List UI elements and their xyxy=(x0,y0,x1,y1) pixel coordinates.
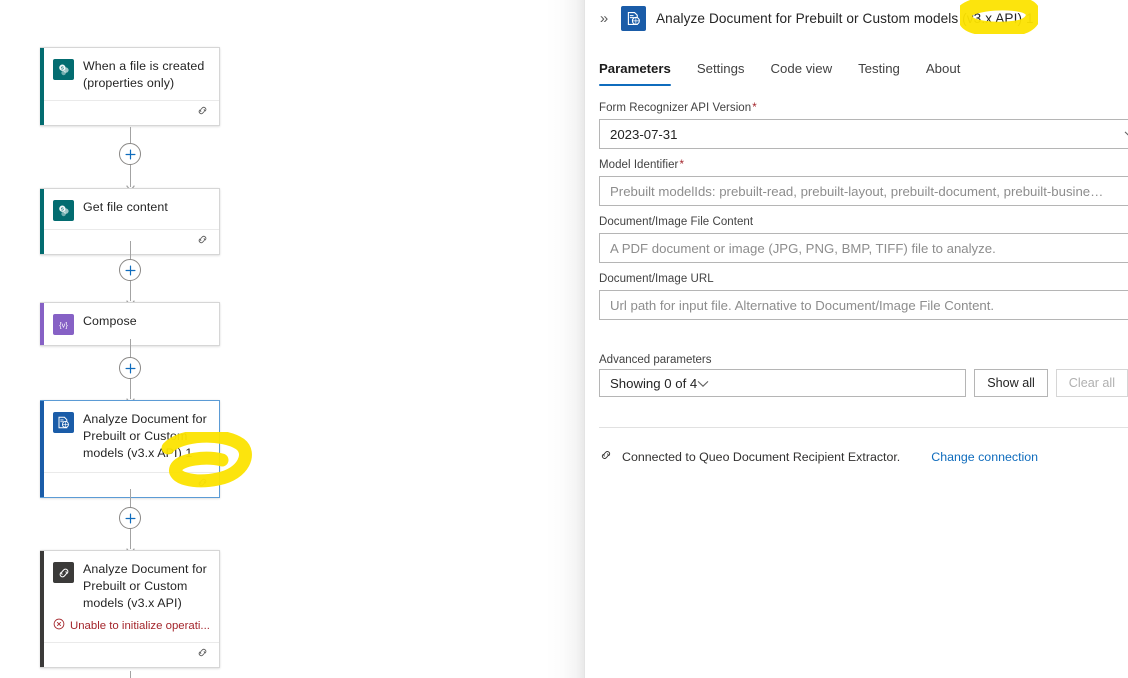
flow-connector xyxy=(40,241,220,301)
field-placeholder: A PDF document or image (JPG, PNG, BMP, … xyxy=(610,241,996,256)
action-details-panel: » Analyze Document for Prebuilt or Custo… xyxy=(584,0,1128,678)
tab-about[interactable]: About xyxy=(913,61,973,86)
flow-connector xyxy=(40,339,220,399)
field-document-image-url: Document/Image URL Url path for input fi… xyxy=(599,271,1128,320)
flow-node-title: When a file is created (properties only) xyxy=(83,58,209,92)
add-step-button[interactable] xyxy=(119,143,141,165)
document-intelligence-icon xyxy=(621,6,646,31)
parameters-form: Form Recognizer API Version* 2023-07-31 … xyxy=(585,86,1128,465)
add-step-button[interactable] xyxy=(119,357,141,379)
link-icon[interactable] xyxy=(196,104,209,122)
connection-status-row: Connected to Queo Document Recipient Ext… xyxy=(599,448,1128,465)
tab-settings[interactable]: Settings xyxy=(684,61,758,86)
flow-connector xyxy=(40,489,220,549)
tab-code-view[interactable]: Code view xyxy=(758,61,846,86)
advanced-parameters-dropdown[interactable]: Showing 0 of 4 xyxy=(599,369,966,397)
node-accent-bar xyxy=(40,401,44,497)
form-recognizer-api-version-dropdown[interactable]: 2023-07-31 xyxy=(599,119,1128,149)
flow-node-analyze-document-1[interactable]: Analyze Document for Prebuilt or Custom … xyxy=(40,400,220,498)
field-label: Document/Image File Content xyxy=(599,214,1128,230)
panel-header: » Analyze Document for Prebuilt or Custo… xyxy=(585,0,1128,36)
advanced-parameters-row: Showing 0 of 4 Show all Clear all xyxy=(599,369,1128,397)
app-root: S When a file is created (properties onl… xyxy=(0,0,1128,678)
field-label: Document/Image URL xyxy=(599,271,1128,287)
svg-text:{v}: {v} xyxy=(59,321,68,330)
document-intelligence-icon xyxy=(53,412,74,433)
chevron-down-icon[interactable] xyxy=(1124,127,1128,142)
advanced-parameters-label: Advanced parameters xyxy=(599,354,1128,366)
node-footer xyxy=(40,642,219,667)
sharepoint-icon: S xyxy=(53,59,74,80)
error-icon xyxy=(53,618,65,634)
svg-text:S: S xyxy=(60,206,63,211)
field-placeholder: Url path for input file. Alternative to … xyxy=(610,298,994,313)
flow-connector xyxy=(40,671,220,678)
connection-status-text: Connected to Queo Document Recipient Ext… xyxy=(622,450,900,464)
document-image-file-content-input[interactable]: A PDF document or image (JPG, PNG, BMP, … xyxy=(599,233,1128,263)
field-document-image-file-content: Document/Image File Content A PDF docume… xyxy=(599,214,1128,263)
flow-node-analyze-document-error[interactable]: Analyze Document for Prebuilt or Custom … xyxy=(40,550,220,668)
flow-node-title: Get file content xyxy=(83,199,168,216)
broken-connector-icon xyxy=(53,562,74,583)
add-step-button[interactable] xyxy=(119,507,141,529)
flow-node-title: Compose xyxy=(83,313,137,330)
tab-parameters[interactable]: Parameters xyxy=(599,61,684,86)
field-form-recognizer-api-version: Form Recognizer API Version* 2023-07-31 xyxy=(599,100,1128,149)
flow-connector xyxy=(40,127,220,187)
node-footer xyxy=(40,100,219,125)
required-asterisk: * xyxy=(752,102,757,114)
field-label: Model Identifier* xyxy=(599,157,1128,173)
node-error-message: Unable to initialize operati... xyxy=(40,618,219,642)
flow-node-when-a-file-is-created[interactable]: S When a file is created (properties onl… xyxy=(40,47,220,126)
compose-icon: {v} xyxy=(53,314,74,335)
node-accent-bar xyxy=(40,551,44,667)
link-icon[interactable] xyxy=(196,646,209,664)
node-accent-bar xyxy=(40,48,44,125)
section-divider xyxy=(599,427,1128,428)
field-model-identifier: Model Identifier* Prebuilt modelIds: pre… xyxy=(599,157,1128,206)
required-asterisk: * xyxy=(679,159,684,171)
model-identifier-input[interactable]: Prebuilt modelIds: prebuilt-read, prebui… xyxy=(599,176,1128,206)
advanced-parameters-value: Showing 0 of 4 xyxy=(610,376,697,391)
panel-tabs: Parameters Settings Code view Testing Ab… xyxy=(585,52,1128,86)
add-step-button[interactable] xyxy=(119,259,141,281)
field-placeholder: Prebuilt modelIds: prebuilt-read, prebui… xyxy=(610,184,1103,199)
show-all-button[interactable]: Show all xyxy=(974,369,1048,397)
collapse-panel-chevron-icon[interactable]: » xyxy=(597,11,611,26)
tab-testing[interactable]: Testing xyxy=(845,61,913,86)
workflow-canvas[interactable]: S When a file is created (properties onl… xyxy=(0,0,584,678)
flow-node-title: Analyze Document for Prebuilt or Custom … xyxy=(83,561,209,612)
sharepoint-icon: S xyxy=(53,200,74,221)
field-value: 2023-07-31 xyxy=(610,127,677,142)
advanced-parameters-section: Advanced parameters Showing 0 of 4 Show … xyxy=(599,354,1128,397)
panel-title: Analyze Document for Prebuilt or Custom … xyxy=(656,11,1034,26)
clear-all-button: Clear all xyxy=(1056,369,1128,397)
chevron-down-icon[interactable] xyxy=(697,376,709,391)
document-image-url-input[interactable]: Url path for input file. Alternative to … xyxy=(599,290,1128,320)
flow-node-title: Analyze Document for Prebuilt or Custom … xyxy=(83,411,209,462)
connection-icon xyxy=(599,448,613,465)
svg-text:S: S xyxy=(60,65,63,70)
change-connection-link[interactable]: Change connection xyxy=(931,450,1038,464)
field-label: Form Recognizer API Version* xyxy=(599,100,1128,116)
node-error-text: Unable to initialize operati... xyxy=(70,619,210,633)
